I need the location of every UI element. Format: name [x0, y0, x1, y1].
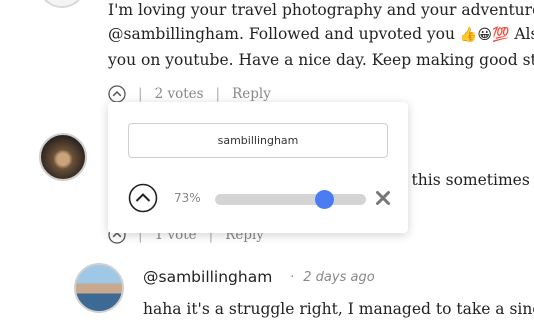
vote-count[interactable]: 2 votes: [155, 86, 204, 102]
vote-popup: 73%: [108, 102, 408, 233]
vote-weight-label: 73%: [174, 191, 201, 205]
emoji-text: 👍😀💯: [459, 27, 510, 43]
upvote-icon[interactable]: [108, 85, 126, 103]
slider-handle[interactable]: [315, 190, 335, 209]
upvote-button[interactable]: [128, 183, 158, 213]
meta-separator: ·: [290, 270, 295, 285]
divider: |: [215, 86, 221, 102]
comment-meta: · 2 days ago: [290, 270, 375, 285]
divider: |: [138, 86, 143, 102]
vote-weight-slider[interactable]: [215, 190, 366, 209]
comment-text-line: @sambillingham. Followed and upvoted you…: [108, 22, 534, 47]
comment-text-part: Also: [514, 25, 534, 43]
username-field[interactable]: [128, 123, 388, 158]
comment-text-line: r, this sometimes: [396, 171, 530, 189]
comment-author[interactable]: @sambillingham: [143, 268, 272, 286]
comment-text-line: haha it's a struggle right, I managed to…: [143, 300, 534, 318]
comment-text-line: I'm loving your travel photography and y…: [108, 1, 534, 19]
comment-text-line: you on youtube. Have a nice day. Keep ma…: [108, 51, 534, 69]
avatar[interactable]: [39, 133, 87, 181]
avatar[interactable]: [74, 263, 124, 313]
comment-text-part: @sambillingham. Followed and upvoted you: [108, 25, 460, 43]
close-icon[interactable]: [374, 189, 392, 207]
avatar[interactable]: [40, 0, 84, 8]
reply-link[interactable]: Reply: [232, 86, 271, 102]
comment-timestamp[interactable]: 2 days ago: [303, 270, 374, 285]
comment-actions: | 2 votes | Reply: [108, 85, 271, 103]
